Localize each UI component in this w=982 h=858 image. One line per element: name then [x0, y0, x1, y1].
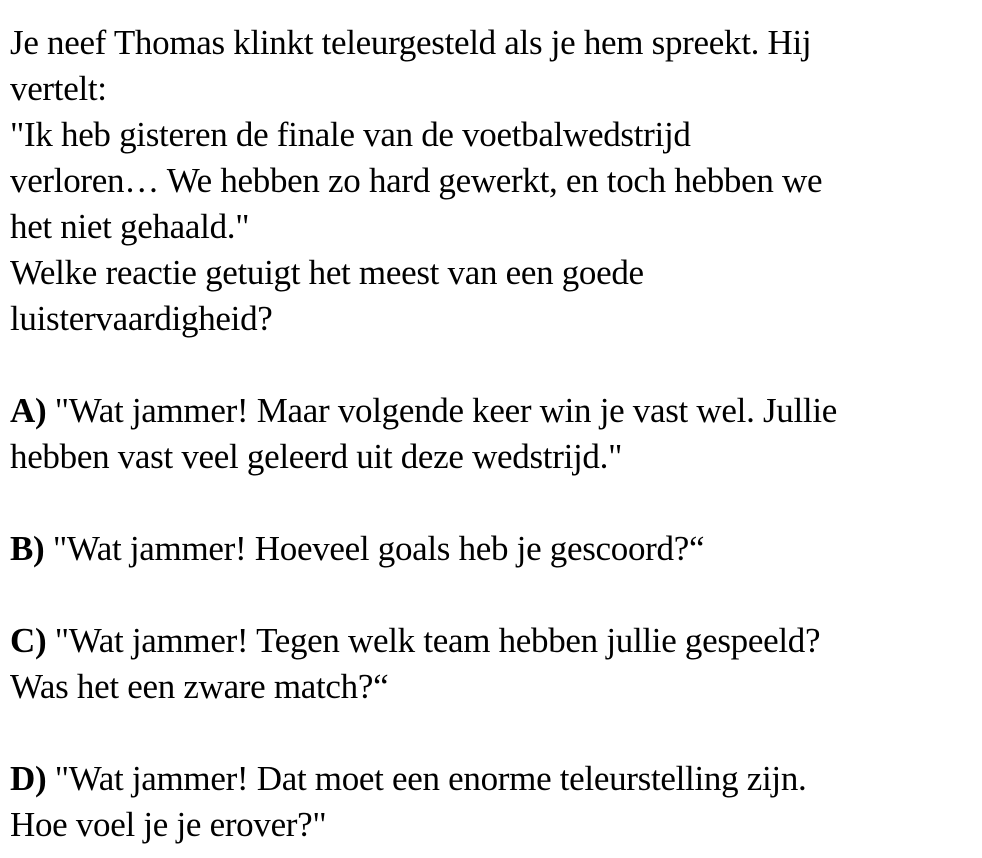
question-line: luistervaardigheid? — [10, 299, 273, 338]
option-d-line: D) "Wat jammer! Dat moet een enorme tele… — [10, 756, 972, 802]
option-b-text: "Wat jammer! Hoeveel goals heb je gescoo… — [52, 529, 705, 568]
question-line: Je neef Thomas klinkt teleurgesteld als … — [10, 23, 812, 62]
question-line: het niet gehaald." — [10, 207, 250, 246]
option-d-line: Hoe voel je je erover?" — [10, 805, 327, 844]
option-a-letter: A) — [10, 391, 47, 430]
question-line: vertelt: — [10, 69, 107, 108]
document: Je neef Thomas klinkt teleurgesteld als … — [10, 20, 972, 848]
option-c-line: Was het een zware match?“ — [10, 667, 389, 706]
option-a-line: A) "Wat jammer! Maar volgende keer win j… — [10, 388, 972, 434]
option-d-letter: D) — [10, 759, 47, 798]
question-line: Welke reactie getuigt het meest van een … — [10, 253, 644, 292]
option-b-letter: B) — [10, 529, 45, 568]
option-b: B) "Wat jammer! Hoeveel goals heb je ges… — [10, 526, 972, 572]
question-line: "Ik heb gisteren de finale van de voetba… — [10, 115, 691, 154]
option-c: C) "Wat jammer! Tegen welk team hebben j… — [10, 618, 972, 710]
option-a: A) "Wat jammer! Maar volgende keer win j… — [10, 388, 972, 480]
option-c-letter: C) — [10, 621, 47, 660]
option-d-text: "Wat jammer! Dat moet een enorme teleurs… — [54, 759, 807, 798]
option-a-text: "Wat jammer! Maar volgende keer win je v… — [54, 391, 838, 430]
option-c-text: "Wat jammer! Tegen welk team hebben jull… — [54, 621, 821, 660]
option-c-line: C) "Wat jammer! Tegen welk team hebben j… — [10, 618, 972, 664]
option-a-line: hebben vast veel geleerd uit deze wedstr… — [10, 437, 623, 476]
option-b-line: B) "Wat jammer! Hoeveel goals heb je ges… — [10, 526, 972, 572]
question-line: verloren… We hebben zo hard gewerkt, en … — [10, 161, 823, 200]
option-d: D) "Wat jammer! Dat moet een enorme tele… — [10, 756, 972, 848]
question-text: Je neef Thomas klinkt teleurgesteld als … — [10, 20, 972, 342]
